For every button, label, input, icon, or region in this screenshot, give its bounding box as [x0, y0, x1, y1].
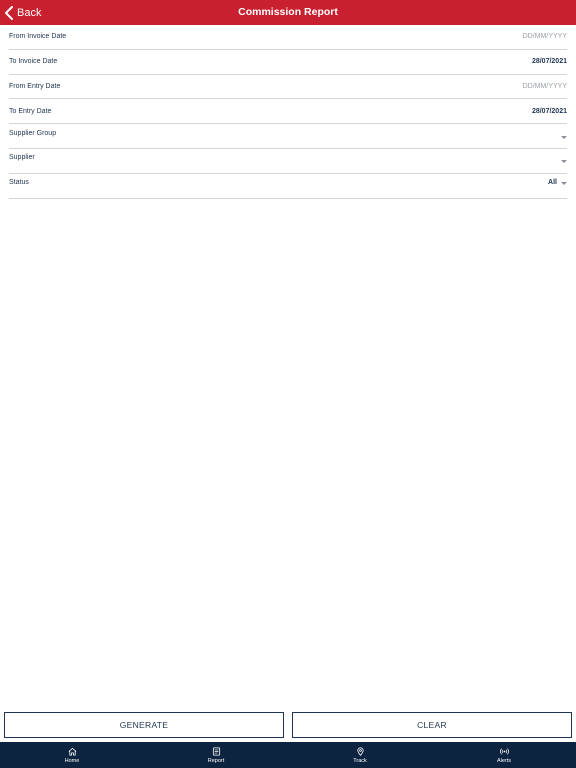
from-entry-date-value: DD/MM/YYYY — [522, 82, 567, 90]
tab-track[interactable]: Track — [288, 742, 432, 768]
tab-track-label: Track — [353, 757, 367, 764]
generate-button[interactable]: GENERATE — [4, 712, 284, 738]
chevron-down-icon — [561, 182, 567, 186]
chevron-left-icon — [5, 5, 13, 20]
supplier-group-label: Supplier Group — [9, 129, 57, 137]
back-label: Back — [17, 6, 42, 19]
to-invoice-date-field[interactable]: To Invoice Date 28/07/2021 — [9, 50, 567, 75]
to-invoice-date-value: 28/07/2021 — [531, 58, 567, 66]
clear-button[interactable]: CLEAR — [292, 712, 572, 738]
from-entry-date-field[interactable]: From Entry Date DD/MM/YYYY — [9, 75, 567, 100]
tab-alerts[interactable]: Alerts — [432, 742, 576, 768]
broadcast-icon — [499, 747, 509, 755]
tab-home-label: Home — [64, 757, 80, 764]
to-invoice-date-label: To Invoice Date — [9, 58, 58, 66]
to-entry-date-value: 28/07/2021 — [531, 107, 567, 115]
header-bar: Back Commission Report — [0, 0, 576, 25]
supplier-label: Supplier — [9, 154, 35, 162]
supplier-select[interactable]: Supplier — [9, 149, 567, 174]
from-invoice-date-label: From Invoice Date — [9, 33, 67, 41]
location-pin-icon — [356, 746, 364, 756]
tab-report-label: Report — [207, 757, 225, 764]
tab-home[interactable]: Home — [0, 742, 144, 768]
status-value: All — [548, 179, 557, 187]
back-button[interactable]: Back — [4, 0, 41, 25]
to-entry-date-field[interactable]: To Entry Date 28/07/2021 — [9, 99, 567, 125]
chevron-down-icon — [561, 160, 567, 164]
from-invoice-date-value: DD/MM/YYYY — [522, 33, 567, 41]
home-icon — [68, 747, 76, 756]
report-icon — [212, 746, 220, 756]
action-buttons: GENERATE CLEAR — [4, 712, 572, 738]
page-title: Commission Report — [238, 6, 338, 18]
report-filter-form: From Invoice Date DD/MM/YYYY To Invoice … — [9, 25, 567, 199]
from-invoice-date-field[interactable]: From Invoice Date DD/MM/YYYY — [9, 25, 567, 50]
status-select[interactable]: Status All — [9, 174, 567, 199]
bottom-tab-bar: Home Report Track Alerts — [0, 742, 576, 768]
supplier-group-select[interactable]: Supplier Group — [9, 124, 567, 149]
chevron-down-icon — [561, 135, 567, 139]
tab-report[interactable]: Report — [144, 742, 288, 768]
from-entry-date-label: From Entry Date — [9, 82, 61, 90]
status-label: Status — [9, 179, 29, 187]
tab-alerts-label: Alerts — [496, 757, 512, 764]
to-entry-date-label: To Entry Date — [9, 107, 52, 115]
